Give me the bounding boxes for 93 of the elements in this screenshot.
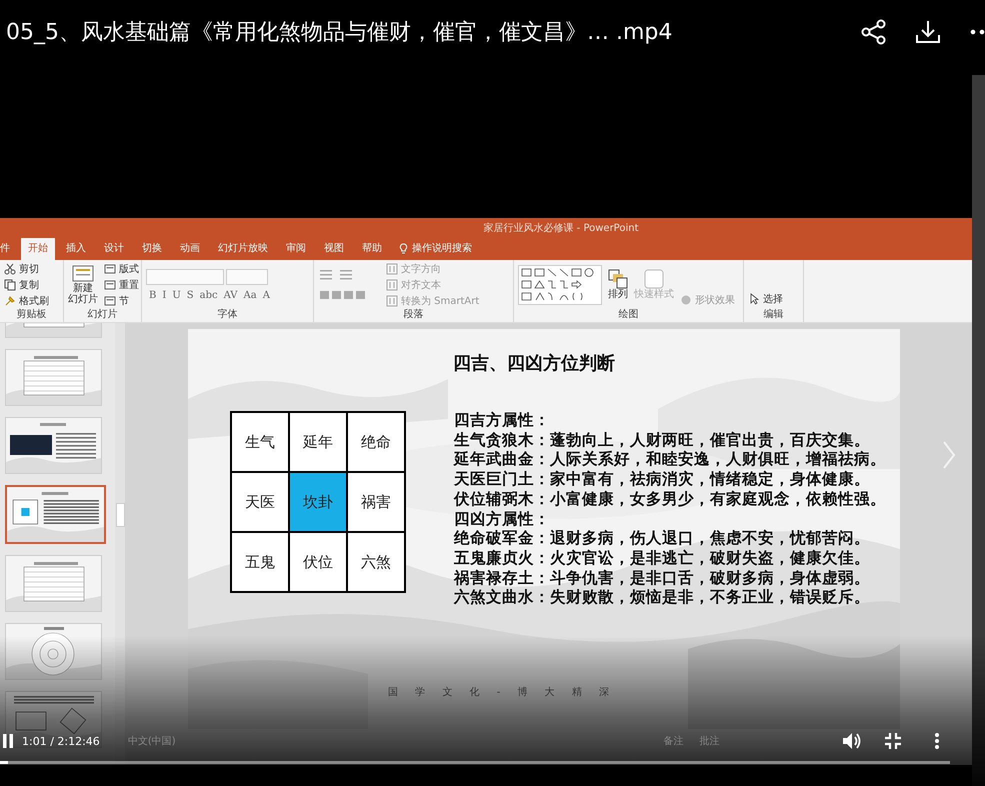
slide-thumbnail[interactable]	[5, 555, 102, 612]
grid-cell: 延年	[289, 412, 347, 472]
copy-icon	[4, 278, 16, 290]
grid-cell: 伏位	[289, 532, 347, 592]
slide-thumbnail[interactable]	[5, 623, 102, 680]
slide-text-line: 绝命破军金：退财多病，伤人退口，焦虑不安，忧郁苦闷。	[454, 529, 871, 549]
status-text: 中文(中国)	[128, 734, 176, 748]
group-label: 段落	[402, 309, 424, 322]
arrange-icon	[608, 269, 628, 289]
slide-icon	[72, 264, 94, 282]
grid-cell: 坎卦	[289, 472, 347, 532]
font-format-button[interactable]: abc	[196, 290, 221, 300]
slide-text-line: 生气贪狼木：蓬勃向上，人财两旺，催官出贵，百庆交集。	[454, 430, 871, 450]
layout-icon	[104, 278, 116, 290]
text-direction-icon	[386, 294, 398, 306]
ribbon-tab[interactable]: 动画	[173, 238, 207, 260]
slide-text-line: 六煞文曲水：失财败散，烦恼是非，不务正业，错误贬斥。	[454, 588, 871, 608]
grid-cell: 天医	[231, 472, 289, 532]
slide-text-line: 天医巨门土：家中富有，祛病消灾，情绪稳定，身体健康。	[454, 470, 871, 490]
ribbon-tab[interactable]: 幻灯片放映	[211, 238, 275, 260]
ribbon-tab[interactable]: 开始	[21, 238, 55, 260]
group-label: 编辑	[762, 309, 784, 322]
video-title: 05_5、风水基础篇《常用化煞物品与催财，催官，催文昌》… .mp4	[6, 19, 674, 47]
text-direction-icon	[386, 278, 398, 290]
ribbon-tab[interactable]: 设计	[97, 238, 131, 260]
ribbon-tab[interactable]: 插入	[59, 238, 93, 260]
font-format-button[interactable]: B	[146, 290, 160, 300]
slides-button[interactable]: 节	[104, 294, 139, 308]
font-format-button[interactable]: S	[184, 290, 197, 300]
effects-icon	[680, 294, 692, 306]
scissors-icon	[4, 262, 16, 274]
status-text: 批注	[700, 734, 720, 748]
clipboard-button[interactable]: 剪切	[4, 262, 49, 276]
slides-button[interactable]: 版式	[104, 262, 139, 276]
slide-text-line: 四吉方属性：	[454, 411, 551, 431]
ribbon-tab[interactable]: 件	[0, 238, 17, 260]
text-direction-icon	[386, 262, 398, 274]
cursor-icon	[748, 293, 760, 305]
ribbon-tab[interactable]: 帮助	[355, 238, 389, 260]
group-label: 绘图	[618, 309, 640, 322]
font-format-button[interactable]: A	[260, 290, 273, 300]
lightbulb-icon	[399, 242, 408, 254]
grid-cell: 祸害	[347, 472, 405, 532]
share-icon[interactable]	[861, 19, 887, 45]
style-icon	[644, 269, 664, 289]
ribbon-tab[interactable]: 视图	[317, 238, 351, 260]
slide-thumbnail[interactable]	[5, 691, 102, 748]
ribbon-tab[interactable]: 审阅	[279, 238, 313, 260]
shape-effects-button[interactable]: 形状效果	[680, 293, 735, 307]
layout-icon	[104, 262, 116, 274]
download-icon[interactable]	[915, 19, 941, 45]
slide-text-line: 祸害禄存土：斗争仇害，是非口舌，破财多病，身体虚弱。	[454, 568, 871, 588]
grid-cell: 生气	[231, 412, 289, 472]
exit-fullscreen-icon[interactable]	[884, 732, 902, 750]
font-format-button[interactable]: I	[159, 290, 170, 300]
font-format-button[interactable]: Aa	[240, 290, 260, 300]
grid-cell: 六煞	[347, 532, 405, 592]
scrollbar-thumb[interactable]	[116, 503, 125, 527]
pause-icon[interactable]	[2, 733, 14, 749]
shapes-gallery-icon[interactable]	[518, 264, 602, 304]
drawing-button[interactable]: 排列	[608, 269, 628, 300]
select-button[interactable]: 选择	[748, 292, 783, 306]
grid-cell: 绝命	[347, 412, 405, 472]
font-format-button[interactable]: AV	[220, 290, 241, 300]
slide-thumbnail[interactable]	[5, 349, 102, 406]
slide-text-line: 延年武曲金：人际关系好，和睦安逸，人财俱旺，增福祛病。	[454, 450, 886, 470]
time-display: 1:01 / 2:12:46	[22, 734, 100, 748]
slide-thumbnail[interactable]	[5, 485, 106, 544]
scrollbar-track[interactable]	[972, 75, 985, 786]
volume-icon[interactable]	[842, 732, 862, 750]
font-format-button[interactable]: U	[169, 290, 184, 300]
layout-icon	[104, 294, 116, 306]
window-title: 家居行业风水必修课 - PowerPoint	[483, 222, 639, 235]
slide-text-line: 四凶方属性：	[454, 510, 550, 530]
grid-cell: 五鬼	[231, 532, 289, 592]
more-icon[interactable]	[934, 732, 940, 750]
group-label: 幻灯片	[86, 309, 118, 322]
clipboard-button[interactable]: 格式刷	[4, 294, 49, 308]
clipboard-button[interactable]: 复制	[4, 278, 49, 292]
group-label: 字体	[216, 309, 238, 322]
paragraph-button[interactable]: 转换为 SmartArt	[386, 294, 480, 308]
slide-footer: 国 学 文 化 - 博 大 精 深	[388, 685, 900, 699]
slide-title: 四吉、四凶方位判断	[453, 352, 616, 375]
brush-icon	[4, 294, 16, 306]
tell-me-search[interactable]: 操作说明搜索	[393, 238, 478, 260]
group-label: 剪贴板	[16, 309, 48, 322]
slide-text-line: 五鬼廉贞火：火灾官讼，是非逃亡，破财失盗，健康欠佳。	[454, 548, 871, 569]
status-text: 备注	[664, 734, 684, 748]
ribbon-tab[interactable]: 切换	[135, 238, 169, 260]
slide-text-line: 伏位辅弼木：小富健康，女多男少，有家庭观念，依赖性强。	[454, 490, 886, 510]
slides-button[interactable]: 重置	[104, 278, 139, 292]
new-slide-button[interactable]: 新建 幻灯片	[68, 264, 98, 304]
slide-thumbnail[interactable]	[5, 417, 102, 474]
